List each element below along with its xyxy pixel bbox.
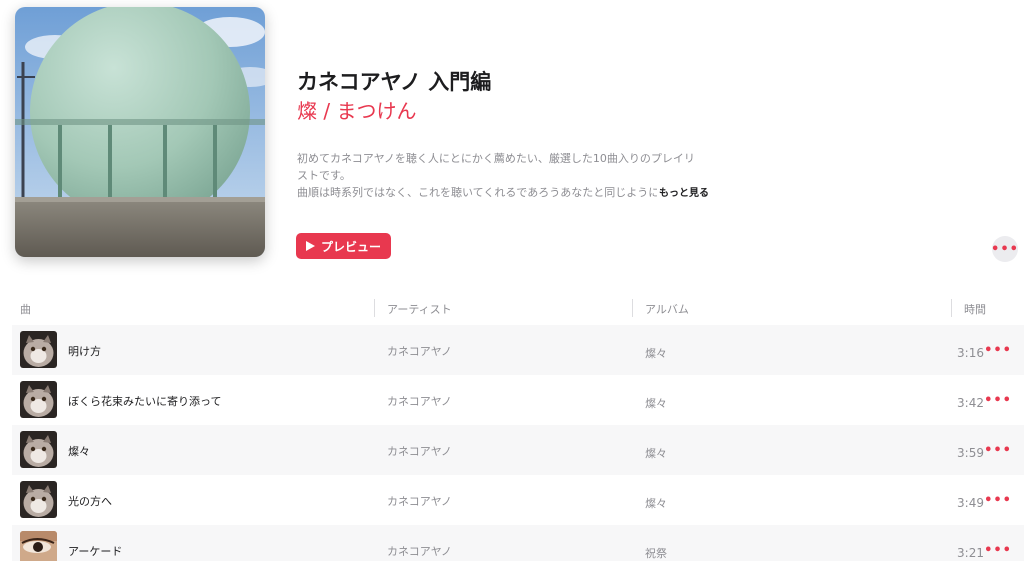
album-name[interactable]: 燦々 <box>645 395 667 411</box>
ellipsis-icon[interactable]: ••• <box>984 494 1012 507</box>
gas-holder-tank-artwork <box>15 7 265 257</box>
play-icon <box>305 241 315 251</box>
table-row[interactable]: 光の方へ カネコアヤノ 燦々 3:49 ••• <box>12 475 1024 525</box>
ellipsis-icon: ••• <box>991 241 1019 257</box>
header-artist[interactable]: アーティスト <box>387 301 452 317</box>
column-divider[interactable] <box>632 299 633 317</box>
preview-label: プレビュー <box>320 239 381 254</box>
album-name[interactable]: 燦々 <box>645 495 667 511</box>
table-row[interactable]: ぼくら花束みたいに寄り添って カネコアヤノ 燦々 3:42 ••• <box>12 375 1024 425</box>
artist-name[interactable]: カネコアヤノ <box>387 343 452 359</box>
curator-link[interactable]: 燦 / まつけん <box>297 95 416 124</box>
album-name[interactable]: 祝祭 <box>645 545 667 561</box>
duration: 3:16 <box>957 346 984 360</box>
playlist-more-button[interactable]: ••• <box>991 236 1019 262</box>
duration: 3:42 <box>957 396 984 410</box>
track-list: 明け方 カネコアヤノ 燦々 3:16 ••• ぼくら花束みたいに寄り添って カネ… <box>12 325 1024 561</box>
playlist-title: カネコアヤノ 入門編 <box>297 70 492 94</box>
cat-thumbnail <box>20 331 57 368</box>
artist-name[interactable]: カネコアヤノ <box>387 493 452 509</box>
description-line-last: 曲順は時系列ではなく、これを聴いてくれるであろうあなたと同じように もっと見る <box>297 184 717 202</box>
description-line: 初めてカネコアヤノを聴く人にとにかく薦めたい、厳選した10曲入りのプレイリ <box>297 152 695 165</box>
playlist-artwork[interactable] <box>15 7 265 257</box>
header-duration[interactable]: 時間 <box>964 301 986 317</box>
more-link[interactable]: もっと見る <box>659 185 709 202</box>
description-line: ストです。 <box>297 169 351 182</box>
header-song[interactable]: 曲 <box>20 301 31 317</box>
table-row[interactable]: 明け方 カネコアヤノ 燦々 3:16 ••• <box>12 325 1024 375</box>
preview-button[interactable]: プレビュー <box>296 233 391 259</box>
ellipsis-icon[interactable]: ••• <box>984 394 1012 407</box>
track-table-header: 曲 アーティスト アルバム 時間 <box>0 296 1024 322</box>
column-divider[interactable] <box>374 299 375 317</box>
cat-thumbnail <box>20 481 57 518</box>
column-divider[interactable] <box>951 299 952 317</box>
duration: 3:21 <box>957 546 984 560</box>
playlist-description: 初めてカネコアヤノを聴く人にとにかく薦めたい、厳選した10曲入りのプレイリ スト… <box>297 150 717 202</box>
song-title[interactable]: ぼくら花束みたいに寄り添って <box>68 393 221 409</box>
eye-closeup-thumbnail <box>20 531 57 561</box>
ellipsis-icon[interactable]: ••• <box>984 344 1012 357</box>
artist-name[interactable]: カネコアヤノ <box>387 543 452 559</box>
ellipsis-icon[interactable]: ••• <box>984 544 1012 557</box>
song-title[interactable]: アーケード <box>68 543 122 559</box>
header-album[interactable]: アルバム <box>645 301 689 317</box>
cat-thumbnail <box>20 431 57 468</box>
cat-thumbnail <box>20 381 57 418</box>
album-name[interactable]: 燦々 <box>645 445 667 461</box>
song-title[interactable]: 燦々 <box>68 443 90 459</box>
album-name[interactable]: 燦々 <box>645 345 667 361</box>
table-row[interactable]: アーケード カネコアヤノ 祝祭 3:21 ••• <box>12 525 1024 561</box>
artist-name[interactable]: カネコアヤノ <box>387 443 452 459</box>
table-row[interactable]: 燦々 カネコアヤノ 燦々 3:59 ••• <box>12 425 1024 475</box>
song-title[interactable]: 明け方 <box>68 343 101 359</box>
song-title[interactable]: 光の方へ <box>68 493 112 509</box>
artist-name[interactable]: カネコアヤノ <box>387 393 452 409</box>
description-line: 曲順は時系列ではなく、これを聴いてくれるであろうあなたと同じように <box>297 186 657 199</box>
duration: 3:59 <box>957 446 984 460</box>
duration: 3:49 <box>957 496 984 510</box>
ellipsis-icon[interactable]: ••• <box>984 444 1012 457</box>
